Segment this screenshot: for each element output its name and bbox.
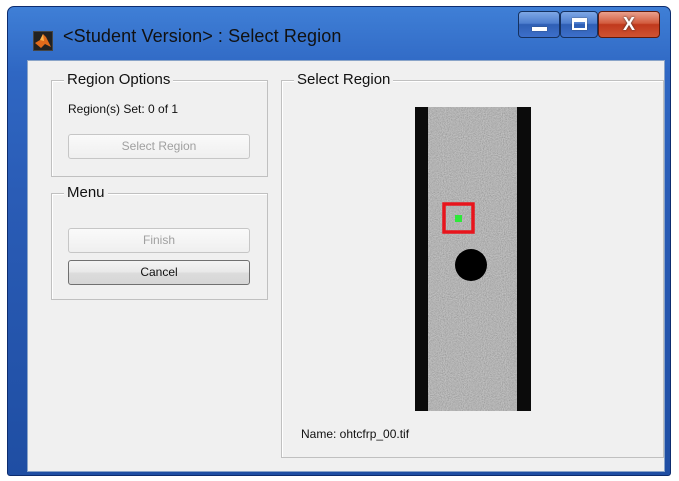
select-region-legend: Select Region — [294, 71, 394, 88]
menu-group: Menu Finish Cancel — [51, 184, 268, 300]
menu-legend: Menu — [64, 184, 108, 201]
file-name-label: Name: ohtcfrp_00.tif — [301, 427, 410, 441]
minimize-icon — [532, 27, 547, 31]
cancel-button[interactable]: Cancel — [68, 260, 250, 285]
dialog-content: Region Options Region(s) Set: 0 of 1 Sel… — [27, 60, 665, 472]
select-region-group: Select Region Name: ohtcfrp_00.tif — [281, 71, 664, 458]
region-options-legend: Region Options — [64, 71, 174, 88]
matlab-icon — [33, 31, 53, 51]
specimen-hole — [455, 249, 487, 281]
application-window: <Student Version> : Select Region X Regi… — [7, 6, 671, 476]
title-bar[interactable]: <Student Version> : Select Region X — [8, 7, 670, 59]
regions-set-status: Region(s) Set: 0 of 1 — [68, 102, 179, 116]
finish-button[interactable]: Finish — [68, 228, 250, 253]
seed-point — [455, 215, 462, 222]
select-region-button[interactable]: Select Region — [68, 134, 250, 159]
specimen-image[interactable] — [415, 107, 531, 411]
maximize-button[interactable] — [560, 11, 598, 38]
window-title: <Student Version> : Select Region — [63, 26, 342, 46]
maximize-icon — [572, 18, 587, 30]
close-button[interactable]: X — [598, 11, 660, 38]
region-options-group: Region Options Region(s) Set: 0 of 1 Sel… — [51, 71, 268, 177]
minimize-button[interactable] — [518, 11, 560, 38]
close-icon: X — [622, 14, 635, 34]
